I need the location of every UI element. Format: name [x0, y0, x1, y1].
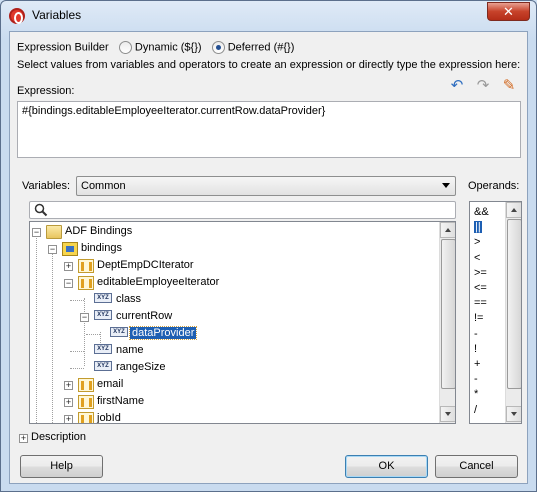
- help-button[interactable]: Help: [20, 455, 103, 478]
- operand-item[interactable]: -: [474, 328, 478, 340]
- instructions-text: Select values from variables and operato…: [17, 59, 521, 71]
- operands-list[interactable]: && || > < >= <= == != -! + - * /: [469, 201, 522, 424]
- ok-button[interactable]: OK: [345, 455, 428, 478]
- redo-icon[interactable]: ↷: [474, 77, 492, 95]
- deferred-radio-label[interactable]: Deferred (#{}): [228, 41, 295, 53]
- tree-item-label[interactable]: dataProvider: [128, 326, 198, 340]
- operand-item[interactable]: !: [474, 343, 477, 355]
- attribute-icon: [78, 378, 94, 392]
- tree-row[interactable]: XYZ name: [30, 343, 435, 360]
- close-button[interactable]: ✕: [487, 2, 530, 21]
- dialog-body: Expression Builder Dynamic (${}) Deferre…: [9, 31, 528, 484]
- cancel-button[interactable]: Cancel: [435, 455, 518, 478]
- expression-builder-row: Expression Builder Dynamic (${}) Deferre…: [17, 41, 294, 54]
- tree-item-label[interactable]: firstName: [97, 395, 144, 407]
- operands-label: Operands:: [468, 180, 520, 192]
- dynamic-radio[interactable]: [118, 41, 132, 54]
- tree-row[interactable]: + firstName: [30, 394, 435, 411]
- operand-item[interactable]: /: [474, 404, 477, 416]
- search-icon: [34, 203, 48, 217]
- variables-label: Variables:: [22, 180, 71, 192]
- expand-icon[interactable]: +: [64, 381, 73, 390]
- xyz-icon: XYZ: [94, 310, 112, 320]
- attribute-icon: [78, 395, 94, 409]
- xyz-icon: XYZ: [94, 293, 112, 303]
- iterator-icon: [78, 259, 94, 273]
- undo-icon[interactable]: ↶: [448, 77, 466, 95]
- xyz-icon: XYZ: [110, 327, 128, 337]
- operand-item[interactable]: ==: [474, 297, 487, 309]
- collapse-icon[interactable]: −: [80, 313, 89, 322]
- operand-item[interactable]: !=: [474, 312, 483, 324]
- tree-row[interactable]: − bindings: [30, 241, 435, 258]
- operands-scroll-down-button[interactable]: [506, 406, 521, 422]
- title-bar[interactable]: Variables ✕: [1, 1, 536, 31]
- window-title: Variables: [32, 8, 82, 22]
- tree-item-label[interactable]: email: [97, 378, 123, 390]
- operand-item[interactable]: -: [474, 373, 478, 385]
- close-icon: ✕: [503, 4, 514, 19]
- tree-scrollbar[interactable]: [439, 222, 455, 423]
- tree-row[interactable]: XYZ dataProvider: [30, 326, 435, 343]
- operand-item[interactable]: <=: [474, 282, 487, 294]
- operand-item[interactable]: <: [474, 252, 480, 264]
- variables-dialog: Variables ✕ Expression Builder Dynamic (…: [0, 0, 537, 492]
- operand-item[interactable]: &&: [474, 206, 489, 218]
- tree-item-label[interactable]: currentRow: [116, 310, 172, 322]
- operand-item[interactable]: ||: [474, 221, 482, 234]
- operands-scroll-thumb[interactable]: [507, 219, 521, 389]
- variables-combo-value: Common: [81, 180, 126, 192]
- scroll-thumb[interactable]: [441, 239, 455, 389]
- expand-icon[interactable]: +: [64, 415, 73, 423]
- tree-item-label[interactable]: editableEmployeeIterator: [97, 276, 219, 288]
- deferred-radio[interactable]: [211, 41, 225, 54]
- tree-row[interactable]: + jobId: [30, 411, 435, 423]
- tree-item-label[interactable]: ADF Bindings: [65, 225, 132, 237]
- expand-icon[interactable]: +: [64, 398, 73, 407]
- scroll-up-button[interactable]: [440, 222, 455, 238]
- tree-row[interactable]: XYZ class: [30, 292, 435, 309]
- description-label[interactable]: Description: [31, 431, 86, 443]
- folder-icon: [46, 225, 62, 239]
- operands-scroll-up-button[interactable]: [506, 202, 521, 218]
- description-expander[interactable]: +: [19, 434, 28, 443]
- operand-item[interactable]: +: [474, 358, 480, 370]
- collapse-icon[interactable]: −: [48, 245, 57, 254]
- tree-row[interactable]: + email: [30, 377, 435, 394]
- tree-row[interactable]: XYZ rangeSize: [30, 360, 435, 377]
- iterator-icon: [78, 276, 94, 290]
- tree-row[interactable]: − ADF Bindings: [30, 224, 435, 241]
- variables-combo[interactable]: Common: [76, 176, 456, 196]
- expression-field[interactable]: #{bindings.editableEmployeeIterator.curr…: [17, 101, 521, 158]
- expression-label: Expression:: [17, 85, 75, 97]
- bindings-icon: [62, 242, 78, 256]
- collapse-icon[interactable]: −: [32, 228, 41, 237]
- tree-item-label[interactable]: bindings: [81, 242, 122, 254]
- variables-search-input[interactable]: [29, 201, 456, 219]
- dynamic-radio-label[interactable]: Dynamic (${}): [135, 41, 202, 53]
- attribute-icon: [78, 412, 94, 423]
- tree-item-label[interactable]: class: [116, 293, 141, 305]
- operand-item[interactable]: >=: [474, 267, 487, 279]
- collapse-icon[interactable]: −: [64, 279, 73, 288]
- xyz-icon: XYZ: [94, 361, 112, 371]
- chevron-down-icon: [442, 183, 450, 188]
- eraser-icon[interactable]: ✎: [500, 77, 518, 95]
- tree-item-label[interactable]: DeptEmpDCIterator: [97, 259, 194, 271]
- operand-item[interactable]: >: [474, 236, 480, 248]
- expression-builder-label: Expression Builder: [17, 41, 109, 54]
- tree-item-label[interactable]: jobId: [97, 412, 121, 423]
- operands-scrollbar[interactable]: [505, 202, 521, 423]
- expand-icon[interactable]: +: [64, 262, 73, 271]
- tree-item-label[interactable]: name: [116, 344, 144, 356]
- tree-item-label[interactable]: rangeSize: [116, 361, 166, 373]
- tree-row[interactable]: + DeptEmpDCIterator: [30, 258, 435, 275]
- app-icon: [9, 8, 25, 24]
- tree-row[interactable]: − XYZ currentRow: [30, 309, 435, 326]
- scroll-down-button[interactable]: [440, 406, 455, 422]
- operand-item[interactable]: *: [474, 388, 478, 400]
- tree-row[interactable]: − editableEmployeeIterator: [30, 275, 435, 292]
- xyz-icon: XYZ: [94, 344, 112, 354]
- variables-tree[interactable]: − ADF Bindings − bindings + DeptEmpDCIterator…: [29, 221, 456, 424]
